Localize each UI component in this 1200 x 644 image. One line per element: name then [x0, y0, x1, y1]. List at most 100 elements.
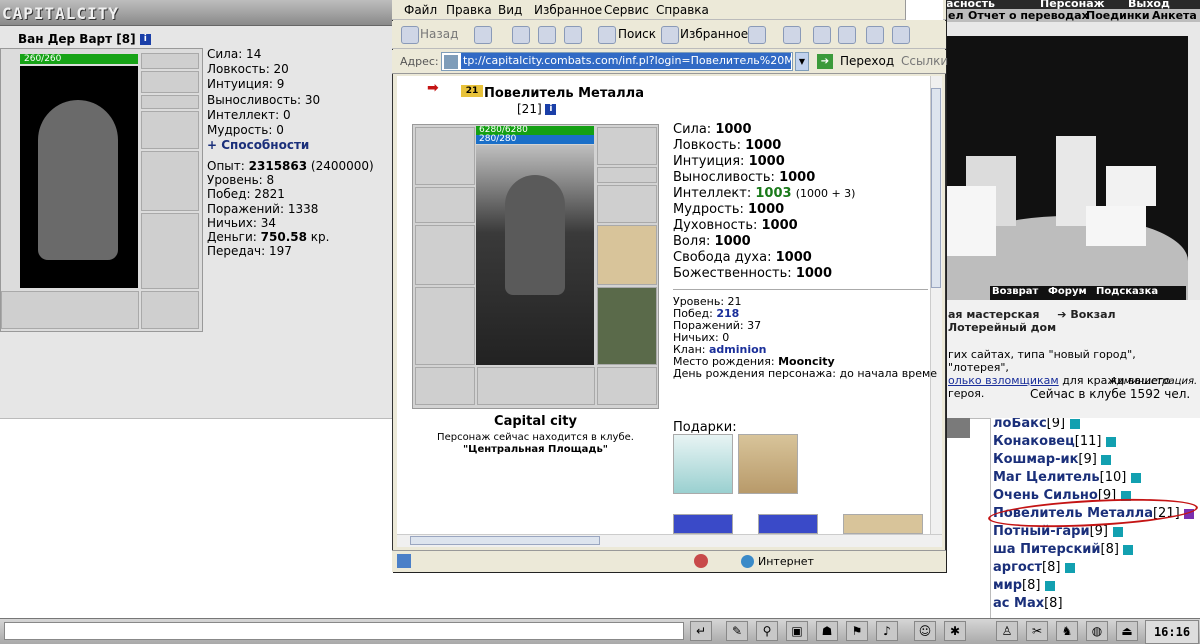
- nav-duels[interactable]: Поединки: [1086, 9, 1150, 22]
- gift-item[interactable]: [738, 434, 798, 494]
- tool-icon-2[interactable]: ✂: [1026, 621, 1048, 641]
- item-slot[interactable]: [141, 53, 199, 69]
- info-icon[interactable]: [1105, 436, 1116, 447]
- city-map[interactable]: [946, 36, 1188, 300]
- exit-icon[interactable]: ⏏: [1116, 621, 1138, 641]
- links-button[interactable]: Ссылки: [901, 54, 948, 68]
- station-link[interactable]: ➔ Вокзал: [1057, 308, 1115, 321]
- refresh-icon[interactable]: [538, 26, 556, 44]
- horizontal-scroll-thumb[interactable]: [410, 536, 600, 545]
- panel-tab[interactable]: [946, 418, 970, 438]
- item-slot[interactable]: [141, 151, 199, 211]
- back-arrow-icon[interactable]: [401, 26, 419, 44]
- armor-slot[interactable]: [415, 287, 475, 365]
- list-item[interactable]: ас Мах[8]: [993, 596, 1063, 611]
- item-slot[interactable]: [141, 291, 199, 329]
- menu-help[interactable]: Справка: [656, 3, 709, 17]
- go-arrow-icon[interactable]: ➔: [817, 54, 833, 69]
- bracer-slot[interactable]: [415, 187, 475, 223]
- forward-arrow-icon[interactable]: [474, 26, 492, 44]
- helmet-slot[interactable]: [415, 127, 475, 185]
- item-slot[interactable]: [141, 213, 199, 289]
- messenger-icon[interactable]: [838, 26, 856, 44]
- stop-icon[interactable]: [512, 26, 530, 44]
- info-icon[interactable]: [1045, 580, 1055, 591]
- menu-tools[interactable]: Сервис: [604, 3, 649, 17]
- tool-icon-3[interactable]: ♞: [1056, 621, 1078, 641]
- lottery-link[interactable]: Лотерейный дом: [948, 321, 1056, 334]
- info-icon[interactable]: [1101, 454, 1112, 465]
- hackers-link[interactable]: олько взломщикам: [948, 374, 1059, 387]
- list-item[interactable]: лоБакс[9]: [993, 418, 1080, 431]
- list-item[interactable]: Кошмар-ик[9]: [993, 452, 1112, 467]
- list-item[interactable]: аргост[8]: [993, 560, 1075, 575]
- gift-item[interactable]: [843, 514, 923, 534]
- earrings-slot[interactable]: [597, 167, 657, 183]
- menu-edit[interactable]: Правка: [446, 3, 492, 17]
- info-icon[interactable]: [1065, 562, 1075, 573]
- gift-item[interactable]: [673, 514, 733, 534]
- gift-item[interactable]: [673, 434, 733, 494]
- nav-profile[interactable]: Анкета: [1152, 9, 1197, 22]
- building-station[interactable]: [946, 186, 996, 256]
- city-forum-link[interactable]: Форум: [1048, 286, 1087, 297]
- list-item[interactable]: ша Питерский[8]: [993, 542, 1134, 557]
- menu-favorites[interactable]: Избранное: [534, 3, 602, 17]
- info-icon[interactable]: [1130, 472, 1141, 483]
- list-item[interactable]: Маг Целитель[10]: [993, 470, 1141, 485]
- chat-input[interactable]: [4, 622, 684, 640]
- print-icon[interactable]: [813, 26, 831, 44]
- smile-icon[interactable]: ☺: [914, 621, 936, 641]
- home-icon[interactable]: [564, 26, 582, 44]
- eraser-icon[interactable]: ✎: [726, 621, 748, 641]
- search-button[interactable]: Поиск: [618, 27, 656, 41]
- city-return-link[interactable]: Возврат: [992, 286, 1038, 297]
- level-icon[interactable]: ⚑: [846, 621, 868, 641]
- settings-icon[interactable]: ✱: [944, 621, 966, 641]
- nav-transfers-report[interactable]: Отчет о переводах: [968, 9, 1089, 22]
- info-icon[interactable]: [1112, 526, 1123, 537]
- mail-icon[interactable]: [783, 26, 801, 44]
- go-button[interactable]: Переход: [840, 54, 894, 68]
- item-slot[interactable]: [141, 71, 199, 93]
- sound-icon[interactable]: ♪: [876, 621, 898, 641]
- legs-slot[interactable]: [597, 287, 657, 365]
- workshop-link[interactable]: ая мастерская: [948, 308, 1039, 321]
- menu-file[interactable]: Файл: [404, 3, 437, 17]
- info-icon[interactable]: i: [139, 34, 151, 45]
- gloves-slot[interactable]: [597, 185, 657, 223]
- shield-slot[interactable]: [597, 225, 657, 285]
- list-item[interactable]: мир[8]: [993, 578, 1055, 593]
- item-slot[interactable]: [1, 291, 139, 329]
- building-shop[interactable]: [1086, 206, 1146, 246]
- rings-slot[interactable]: [477, 367, 595, 405]
- building-house[interactable]: [1106, 166, 1156, 206]
- weapon-slot[interactable]: [415, 225, 475, 285]
- address-dropdown[interactable]: ▼: [795, 52, 809, 71]
- list-item[interactable]: Конаковец[11]: [993, 434, 1116, 449]
- info-icon[interactable]: [1123, 544, 1134, 555]
- search-icon[interactable]: [598, 26, 616, 44]
- vertical-scroll-thumb[interactable]: [931, 88, 941, 288]
- filter-icon[interactable]: ⚲: [756, 621, 778, 641]
- favorites-button[interactable]: Избранное: [680, 27, 748, 41]
- abilities-link[interactable]: + Способности: [207, 138, 320, 153]
- amulet-slot[interactable]: [597, 127, 657, 165]
- fight-icon[interactable]: ☗: [816, 621, 838, 641]
- discuss-icon[interactable]: [866, 26, 884, 44]
- save-icon[interactable]: ▣: [786, 621, 808, 641]
- address-url[interactable]: tp://capitalcity.combats.com/inf.pl?logi…: [461, 53, 791, 69]
- item-slot[interactable]: [141, 95, 199, 109]
- nav-partial[interactable]: ел: [948, 9, 964, 22]
- history-icon[interactable]: [748, 26, 766, 44]
- info-icon[interactable]: [1069, 418, 1080, 429]
- notes-icon[interactable]: [892, 26, 910, 44]
- menu-view[interactable]: Вид: [498, 3, 522, 17]
- star-icon[interactable]: [661, 26, 679, 44]
- belt-slot[interactable]: [415, 367, 475, 405]
- send-icon[interactable]: ↵: [690, 621, 712, 641]
- gift-item[interactable]: [758, 514, 818, 534]
- item-slot[interactable]: [141, 111, 199, 149]
- back-button[interactable]: Назад: [420, 27, 458, 41]
- info-icon[interactable]: i: [545, 104, 557, 115]
